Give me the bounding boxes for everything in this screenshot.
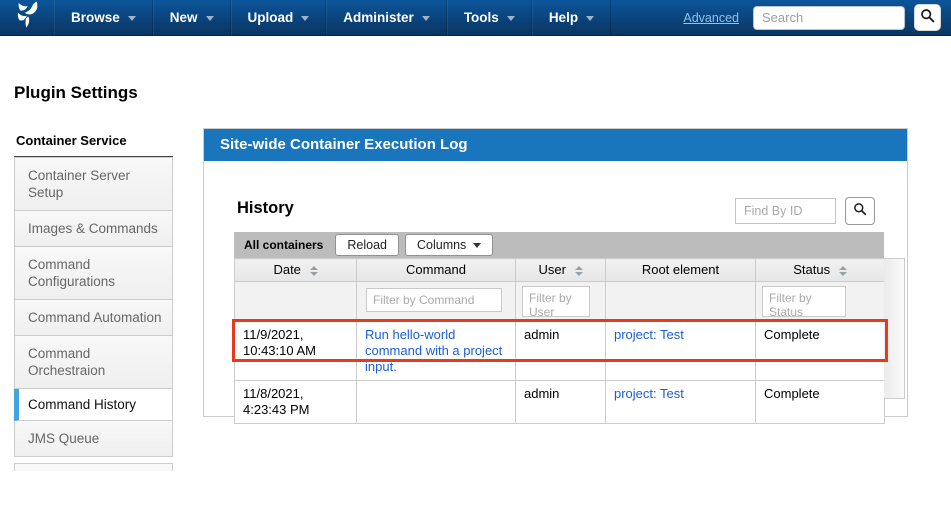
nav-spacer: [611, 0, 683, 35]
sidebar-item-command-history[interactable]: Command History: [14, 389, 173, 421]
sidebar-item-label: Command Automation: [28, 310, 162, 325]
table-row: 11/9/2021, 10:43:10 AM Run hello-world c…: [235, 322, 885, 381]
columns-button-label: Columns: [417, 238, 466, 252]
search-button[interactable]: [914, 4, 941, 31]
column-header-label: Root element: [642, 262, 719, 277]
sidebar-item-label: JMS Queue: [28, 431, 99, 446]
chevron-down-icon: [206, 16, 214, 21]
column-header-command: Command: [357, 259, 516, 282]
column-header-status[interactable]: Status: [756, 259, 885, 282]
sidebar-item-command-orchestration[interactable]: Command Orchestraion: [14, 336, 173, 389]
nav-menu-upload[interactable]: Upload: [231, 0, 327, 35]
sidebar-header: Container Service: [14, 128, 173, 157]
cell-date: 11/9/2021, 10:43:10 AM: [235, 322, 357, 381]
reload-button[interactable]: Reload: [335, 234, 399, 256]
sidebar-item-command-configurations[interactable]: Command Configurations: [14, 247, 173, 300]
chevron-down-icon: [473, 243, 481, 248]
table-filter-row: Filter by Command Filter by User Filter …: [235, 282, 885, 322]
top-navbar: Browse New Upload Administer Tools Help …: [0, 0, 951, 36]
nav-menu-label: New: [170, 10, 198, 25]
filter-cell-status: Filter by Status: [756, 282, 885, 322]
nav-menu-administer[interactable]: Administer: [326, 0, 447, 35]
nav-menu-browse[interactable]: Browse: [54, 0, 153, 35]
cell-command: [357, 381, 516, 424]
advanced-search-link[interactable]: Advanced: [683, 11, 739, 25]
sidebar-item-label: Container Server Setup: [28, 168, 130, 200]
execution-log-table: Date Command User Root element Status: [234, 258, 885, 424]
search-icon: [853, 202, 867, 221]
filter-by-command-input[interactable]: Filter by Command: [366, 288, 502, 312]
cell-status: Complete: [756, 322, 885, 381]
filter-cell-date: [235, 282, 357, 322]
xnat-logo[interactable]: [0, 0, 54, 35]
app-root: Browse New Upload Administer Tools Help …: [0, 0, 951, 512]
columns-dropdown-button[interactable]: Columns: [405, 234, 493, 256]
sidebar-item-label: Command Configurations: [28, 257, 115, 289]
nav-menu-label: Upload: [248, 10, 294, 25]
cell-user: admin: [516, 322, 606, 381]
nav-menu-label: Help: [549, 10, 578, 25]
find-by-id-search-button[interactable]: [845, 197, 875, 225]
column-header-user[interactable]: User: [516, 259, 606, 282]
cell-date: 11/8/2021, 4:23:43 PM: [235, 381, 357, 424]
filter-cell-command: Filter by Command: [357, 282, 516, 322]
sidebar-item-label: Command History: [28, 397, 136, 412]
sidebar-item-label: Images & Commands: [28, 221, 158, 236]
command-link[interactable]: Run hello-world command with a project i…: [365, 327, 502, 374]
filter-by-user-input[interactable]: Filter by User: [522, 286, 590, 317]
sidebar-item-jms-queue[interactable]: JMS Queue: [14, 421, 173, 457]
panel-title: Site-wide Container Execution Log: [220, 136, 468, 153]
chevron-down-icon: [301, 16, 309, 21]
table-toolbar: All containers Reload Columns: [234, 232, 884, 258]
cell-command: Run hello-world command with a project i…: [357, 322, 516, 381]
filter-cell-user: Filter by User: [516, 282, 606, 322]
nav-menu-label: Tools: [464, 10, 499, 25]
sidebar-item-partial: [14, 463, 173, 471]
sort-icon: [310, 266, 318, 276]
xnat-logo-icon: [12, 0, 42, 35]
cell-user: admin: [516, 381, 606, 424]
search-icon: [920, 8, 935, 28]
search-input[interactable]: [753, 6, 905, 30]
sidebar-item-command-automation[interactable]: Command Automation: [14, 300, 173, 336]
reload-button-label: Reload: [347, 238, 387, 252]
chevron-down-icon: [128, 16, 136, 21]
sort-icon: [839, 266, 847, 276]
cell-status: Complete: [756, 381, 885, 424]
sidebar: Container Service Container Server Setup…: [14, 128, 173, 471]
chevron-down-icon: [422, 16, 430, 21]
sidebar-item-label: Command Orchestraion: [28, 346, 105, 378]
container-execution-log-panel: Site-wide Container Execution Log Histor…: [203, 128, 908, 417]
filter-cell-root-element: [606, 282, 756, 322]
column-header-label: Date: [273, 262, 300, 277]
nav-menu-help[interactable]: Help: [532, 0, 611, 35]
table-scrollbar[interactable]: [884, 258, 905, 399]
sort-icon: [575, 266, 583, 276]
sidebar-item-images-commands[interactable]: Images & Commands: [14, 211, 173, 247]
chevron-down-icon: [507, 16, 515, 21]
column-header-label: Status: [793, 262, 830, 277]
page-title: Plugin Settings: [14, 83, 138, 103]
sidebar-item-container-server-setup[interactable]: Container Server Setup: [14, 157, 173, 211]
nav-menu-label: Administer: [343, 10, 414, 25]
filter-by-status-input[interactable]: Filter by Status: [762, 286, 846, 317]
column-header-root-element: Root element: [606, 259, 756, 282]
root-element-link[interactable]: project: Test: [614, 327, 684, 342]
nav-menu-tools[interactable]: Tools: [447, 0, 532, 35]
cell-root-element: project: Test: [606, 322, 756, 381]
table-row: 11/8/2021, 4:23:43 PM admin project: Tes…: [235, 381, 885, 424]
nav-menu-new[interactable]: New: [153, 0, 231, 35]
history-title: History: [237, 199, 294, 218]
column-header-label: User: [538, 262, 565, 277]
nav-menu-label: Browse: [71, 10, 120, 25]
chevron-down-icon: [586, 16, 594, 21]
cell-root-element: project: Test: [606, 381, 756, 424]
find-by-id-input[interactable]: [735, 198, 836, 224]
column-header-label: Command: [406, 262, 466, 277]
root-element-link[interactable]: project: Test: [614, 386, 684, 401]
table-header-row: Date Command User Root element Status: [235, 259, 885, 282]
panel-header: Site-wide Container Execution Log: [204, 129, 907, 161]
column-header-date[interactable]: Date: [235, 259, 357, 282]
all-containers-label: All containers: [244, 238, 323, 252]
